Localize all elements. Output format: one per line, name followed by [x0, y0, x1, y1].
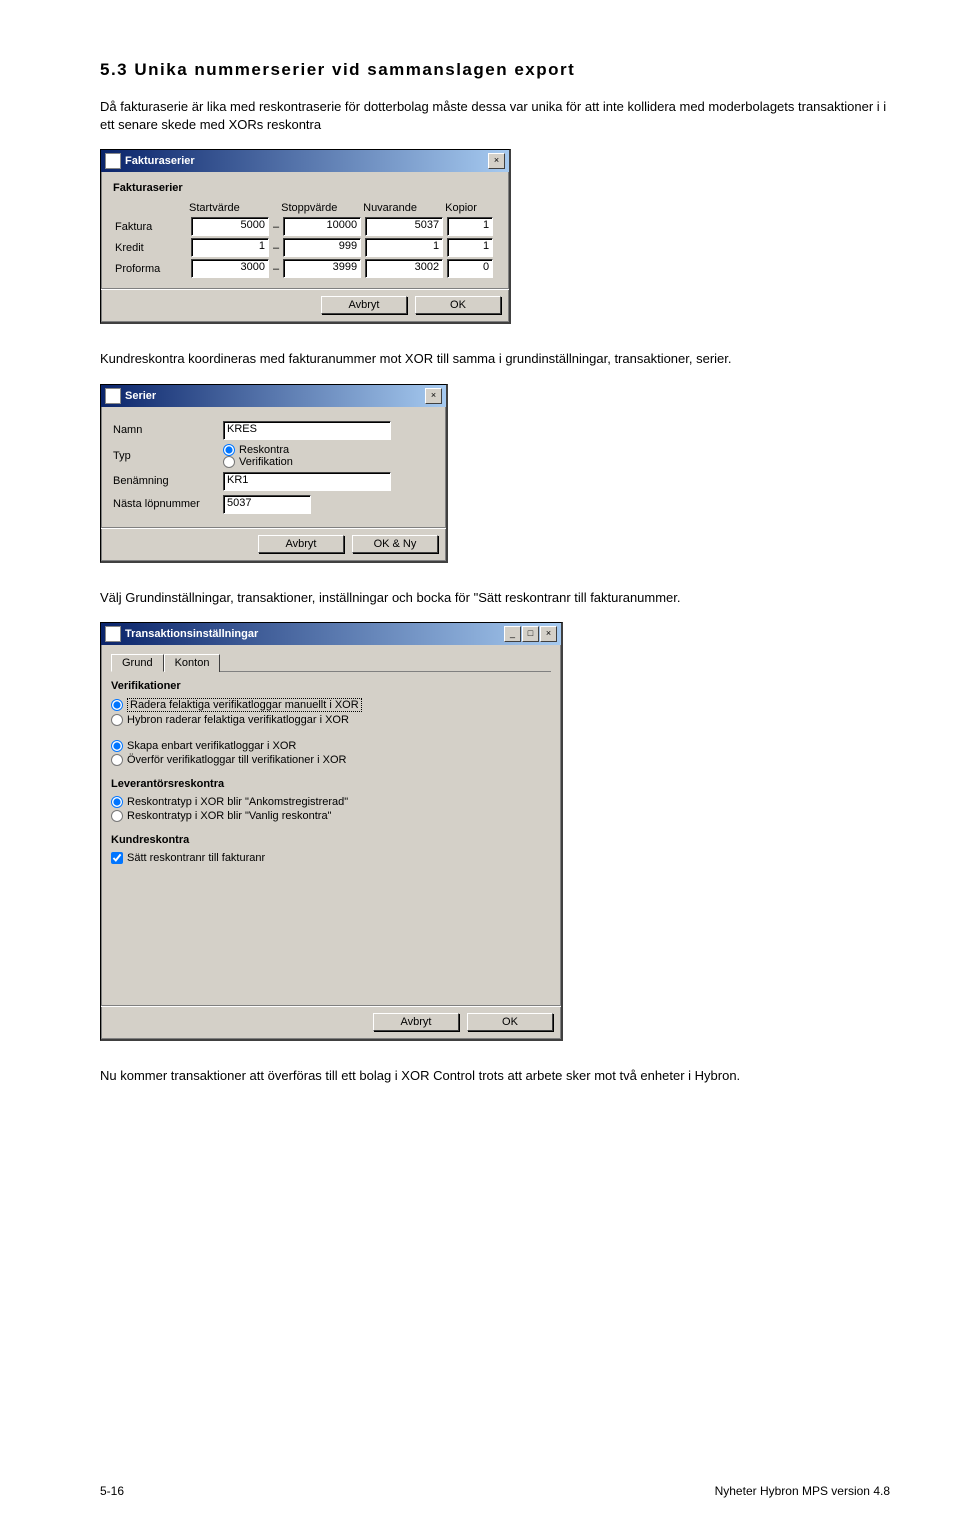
radio-input[interactable]	[111, 714, 123, 726]
radio-input[interactable]	[111, 754, 123, 766]
row-name: Proforma	[113, 258, 189, 279]
radio-skapa-enbart[interactable]: Skapa enbart verifikatloggar i XOR	[111, 740, 551, 752]
maximize-icon[interactable]: □	[522, 626, 539, 642]
checkbox-input[interactable]	[111, 852, 123, 864]
fakturaserier-table: Startvärde Stoppvärde Nuvarande Kopior F…	[113, 200, 495, 279]
label-typ: Typ	[113, 450, 213, 462]
titlebar-title: Serier	[125, 390, 156, 402]
row-name: Faktura	[113, 216, 189, 237]
nasta-lopnr-input[interactable]: 5037	[223, 495, 311, 514]
close-icon[interactable]: ×	[488, 153, 505, 169]
close-icon[interactable]: ×	[425, 388, 442, 404]
radio-input[interactable]	[111, 740, 123, 752]
label-nasta-lopnr: Nästa löpnummer	[113, 498, 213, 510]
close-icon[interactable]: ×	[540, 626, 557, 642]
label-benamning: Benämning	[113, 475, 213, 487]
stop-input[interactable]: 3999	[283, 259, 361, 278]
start-input[interactable]: 5000	[191, 217, 269, 236]
label-namn: Namn	[113, 424, 213, 436]
radio-radera-manuellt[interactable]: Radera felaktiga verifikatloggar manuell…	[111, 698, 551, 712]
radio-vanlig-reskontra[interactable]: Reskontratyp i XOR blir "Vanlig reskontr…	[111, 810, 551, 822]
tab-konton[interactable]: Konton	[164, 654, 221, 672]
section-kundreskontra: Kundreskontra	[111, 834, 551, 846]
ok-ny-button[interactable]: OK & Ny	[352, 535, 438, 553]
radio-verifikation[interactable]: Verifikation	[223, 456, 293, 468]
radio-input[interactable]	[111, 810, 123, 822]
dialog-fakturaserier: Fakturaserier × Fakturaserier Startvärde…	[100, 149, 511, 324]
curr-input[interactable]: 1	[365, 238, 443, 257]
paragraph-1: Då fakturaserie är lika med reskontraser…	[100, 98, 890, 133]
start-input[interactable]: 3000	[191, 259, 269, 278]
paragraph-2: Kundreskontra koordineras med fakturanum…	[100, 350, 890, 368]
ok-button[interactable]: OK	[415, 296, 501, 314]
page-number: 5-16	[100, 1484, 124, 1498]
dialog-serier: Serier × Namn KRES Typ Reskontra Verifik…	[100, 384, 448, 563]
col-kopior: Kopior	[445, 200, 495, 216]
curr-input[interactable]: 5037	[365, 217, 443, 236]
titlebar[interactable]: Serier ×	[101, 385, 446, 407]
section-verifikationer: Verifikationer	[111, 680, 551, 692]
table-row: Kredit 1 – 999 1 1	[113, 237, 495, 258]
titlebar-title: Fakturaserier	[125, 155, 195, 167]
tab-grund[interactable]: Grund	[111, 654, 164, 672]
table-row: Faktura 5000 – 10000 5037 1	[113, 216, 495, 237]
tab-strip: Grund Konton	[111, 653, 551, 672]
copies-input[interactable]: 1	[447, 217, 493, 236]
app-icon	[105, 626, 121, 642]
copies-input[interactable]: 0	[447, 259, 493, 278]
paragraph-4: Nu kommer transaktioner att överföras ti…	[100, 1067, 890, 1085]
app-icon	[105, 388, 121, 404]
copies-input[interactable]: 1	[447, 238, 493, 257]
radio-input[interactable]	[111, 699, 123, 711]
radio-input[interactable]	[111, 796, 123, 808]
col-startvarde: Startvärde	[189, 200, 271, 216]
heading-5-3: 5.3 Unika nummerserier vid sammanslagen …	[100, 60, 890, 80]
page-footer: 5-16 Nyheter Hybron MPS version 4.8	[100, 1484, 890, 1498]
radio-verifikation-input[interactable]	[223, 456, 235, 468]
cancel-button[interactable]: Avbryt	[373, 1013, 459, 1031]
section-label: Fakturaserier	[113, 182, 497, 194]
paragraph-3: Välj Grundinställningar, transaktioner, …	[100, 589, 890, 607]
col-stoppvarde: Stoppvärde	[281, 200, 363, 216]
col-nuvarande: Nuvarande	[363, 200, 445, 216]
checkbox-satt-reskontranr[interactable]: Sätt reskontranr till fakturanr	[111, 852, 551, 864]
curr-input[interactable]: 3002	[365, 259, 443, 278]
section-leverantorsreskontra: Leverantörsreskontra	[111, 778, 551, 790]
titlebar-title: Transaktionsinställningar	[125, 628, 258, 640]
namn-input[interactable]: KRES	[223, 421, 391, 440]
start-input[interactable]: 1	[191, 238, 269, 257]
stop-input[interactable]: 999	[283, 238, 361, 257]
cancel-button[interactable]: Avbryt	[258, 535, 344, 553]
radio-reskontra-input[interactable]	[223, 444, 235, 456]
cancel-button[interactable]: Avbryt	[321, 296, 407, 314]
table-row: Proforma 3000 – 3999 3002 0	[113, 258, 495, 279]
stop-input[interactable]: 10000	[283, 217, 361, 236]
radio-reskontra[interactable]: Reskontra	[223, 444, 293, 456]
minimize-icon[interactable]: _	[504, 626, 521, 642]
ok-button[interactable]: OK	[467, 1013, 553, 1031]
row-name: Kredit	[113, 237, 189, 258]
app-icon	[105, 153, 121, 169]
radio-ankomstregistrerad[interactable]: Reskontratyp i XOR blir "Ankomstregistre…	[111, 796, 551, 808]
doc-title-footer: Nyheter Hybron MPS version 4.8	[715, 1484, 890, 1498]
titlebar[interactable]: Fakturaserier ×	[101, 150, 509, 172]
titlebar[interactable]: Transaktionsinställningar _ □ ×	[101, 623, 561, 645]
benamning-input[interactable]: KR1	[223, 472, 391, 491]
dialog-transaktionsinstallningar: Transaktionsinställningar _ □ × Grund Ko…	[100, 622, 563, 1041]
radio-overfor-verifikat[interactable]: Överför verifikatloggar till verifikatio…	[111, 754, 551, 766]
radio-hybron-raderar[interactable]: Hybron raderar felaktiga verifikatloggar…	[111, 714, 551, 726]
